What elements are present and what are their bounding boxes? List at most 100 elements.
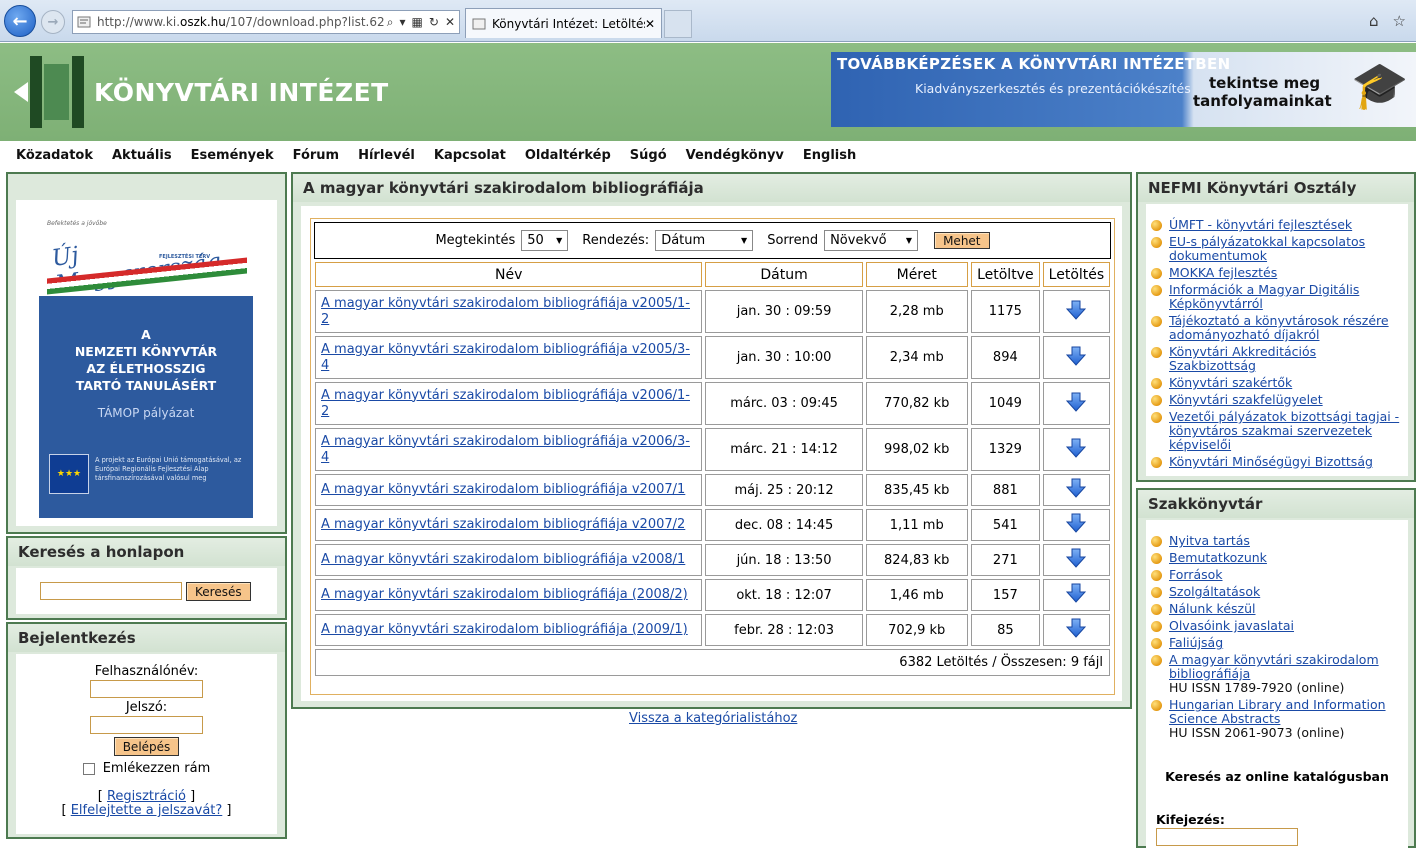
refresh-icon[interactable]: ↻ — [429, 15, 439, 30]
ki-logo[interactable] — [14, 56, 90, 128]
download-arrow-icon[interactable] — [1066, 618, 1087, 638]
go-button[interactable]: Mehet — [934, 232, 990, 249]
table-row: A magyar könyvtári szakirodalom bibliogr… — [315, 336, 1110, 379]
training-banner[interactable]: TOVÁBBKÉPZÉSEK A KÖNYVTÁRI INTÉZETBEN Ki… — [831, 52, 1416, 127]
nefmi-title: NEFMI Könyvtári Osztály — [1138, 174, 1414, 202]
stop-icon[interactable]: ✕ — [445, 15, 455, 30]
bibliography-link[interactable]: A magyar könyvtári szakirodalom bibliogr… — [1169, 652, 1379, 681]
search-icon[interactable]: ⌕ — [387, 15, 394, 30]
file-link[interactable]: A magyar könyvtári szakirodalom bibliogr… — [321, 342, 690, 373]
nefmi-link[interactable]: Könyvtári Akkreditációs Szakbizottság — [1169, 344, 1316, 373]
count-cell: 1049 — [970, 382, 1040, 425]
file-link[interactable]: A magyar könyvtári szakirodalom bibliogr… — [321, 587, 688, 602]
site-search-button[interactable]: Keresés — [186, 582, 251, 601]
szak-link[interactable]: Nálunk készül — [1169, 601, 1256, 616]
filter-bar: Megtekintés 50 ▼ Rendezés: Dátum ▼ Sorrend… — [314, 222, 1111, 259]
new-tab-button[interactable] — [664, 10, 692, 38]
menu-forum[interactable]: Fórum — [293, 148, 340, 163]
table-row: A magyar könyvtári szakirodalom bibliogr… — [315, 509, 1110, 541]
menu-vendegkonyv[interactable]: Vendégkönyv — [686, 148, 784, 163]
download-arrow-icon[interactable] — [1066, 513, 1087, 533]
file-link[interactable]: A magyar könyvtári szakirodalom bibliogr… — [321, 388, 690, 419]
dropdown-icon[interactable]: ▾ — [400, 15, 406, 30]
password-input[interactable] — [90, 716, 203, 734]
bullet-icon — [1151, 268, 1162, 279]
menu-kozadatok[interactable]: Közadatok — [16, 148, 93, 163]
site-search-input[interactable] — [40, 582, 182, 600]
forward-button[interactable]: → — [41, 10, 65, 34]
file-link[interactable]: A magyar könyvtári szakirodalom bibliogr… — [321, 622, 688, 637]
file-name-cell: A magyar könyvtári szakirodalom bibliogr… — [315, 474, 703, 506]
file-link[interactable]: A magyar könyvtári szakirodalom bibliogr… — [321, 434, 690, 465]
szak-link[interactable]: Olvasóink javaslatai — [1169, 618, 1294, 633]
username-input[interactable] — [90, 680, 203, 698]
szak-link[interactable]: Faliújság — [1169, 635, 1223, 650]
close-tab-icon[interactable]: ✕ — [645, 17, 655, 31]
download-arrow-icon[interactable] — [1066, 392, 1087, 412]
remember-me-checkbox[interactable] — [82, 762, 95, 775]
hlisa-link[interactable]: Hungarian Library and Information Scienc… — [1169, 697, 1386, 726]
register-link[interactable]: Regisztráció — [107, 789, 186, 804]
menu-hirlevel[interactable]: Hírlevél — [358, 148, 415, 163]
download-arrow-icon[interactable] — [1066, 478, 1087, 498]
catalog-search-title: Keresés az online katalógusban — [1165, 769, 1389, 784]
szak-link[interactable]: Nyitva tartás — [1169, 533, 1250, 548]
file-link[interactable]: A magyar könyvtári szakirodalom bibliogr… — [321, 296, 690, 327]
date-cell: jan. 30 : 10:00 — [705, 336, 863, 379]
back-button[interactable]: ← — [4, 5, 36, 37]
order-select[interactable]: Növekvő ▼ — [824, 230, 919, 251]
favorites-star-icon[interactable]: ☆ — [1393, 12, 1406, 30]
download-arrow-icon[interactable] — [1066, 583, 1087, 603]
szak-link[interactable]: Források — [1169, 567, 1223, 582]
file-link[interactable]: A magyar könyvtári szakirodalom bibliogr… — [321, 552, 685, 567]
menu-english[interactable]: English — [803, 148, 856, 163]
chevron-down-icon: ▼ — [905, 236, 913, 245]
view-count-select[interactable]: 50 ▼ — [521, 230, 569, 251]
nefmi-link[interactable]: Információk a Magyar Digitális Képkönyvt… — [1169, 282, 1359, 311]
download-arrow-icon[interactable] — [1066, 438, 1087, 458]
forgot-password-link[interactable]: Elfelejtette a jelszavát? — [71, 803, 223, 818]
column-downloaded[interactable]: Letöltve — [970, 262, 1040, 287]
nefmi-link[interactable]: Vezetői pályázatok bizottsági tagjai - k… — [1169, 409, 1399, 452]
expression-label: Kifejezés: — [1156, 812, 1225, 827]
nefmi-link[interactable]: Tájékoztató a könyvtárosok részére adomá… — [1169, 313, 1389, 342]
menu-oldalterkep[interactable]: Oldaltérkép — [525, 148, 611, 163]
nefmi-link[interactable]: Könyvtári szakfelügyelet — [1169, 392, 1323, 407]
nefmi-link[interactable]: Könyvtári Minőségügyi Bizottság — [1169, 454, 1373, 469]
home-icon[interactable]: ⌂ — [1369, 12, 1379, 30]
menu-kapcsolat[interactable]: Kapcsolat — [434, 148, 506, 163]
download-panel: A magyar könyvtári szakirodalom bibliogr… — [291, 172, 1132, 709]
page-title: A magyar könyvtári szakirodalom bibliogr… — [293, 174, 1130, 202]
sort-select[interactable]: Dátum ▼ — [655, 230, 754, 251]
download-arrow-icon[interactable] — [1066, 346, 1087, 366]
nefmi-link[interactable]: ÚMFT - könyvtári fejlesztések — [1169, 217, 1352, 232]
address-bar[interactable]: http://www.ki.oszk.hu/107/download.php?l… — [72, 10, 460, 34]
tamop-poster[interactable]: Befektetés a jövőbe Új Magyarország FEJL… — [39, 214, 253, 518]
menu-sugo[interactable]: Súgó — [630, 148, 667, 163]
download-arrow-icon[interactable] — [1066, 548, 1087, 568]
nefmi-link[interactable]: EU-s pályázatokkal kapcsolatos dokumentu… — [1169, 234, 1365, 263]
column-date[interactable]: Dátum — [705, 262, 863, 287]
count-cell: 271 — [970, 544, 1040, 576]
compatibility-icon[interactable]: ▦ — [412, 15, 423, 30]
file-link[interactable]: A magyar könyvtári szakirodalom bibliogr… — [321, 482, 685, 497]
nefmi-link[interactable]: Könyvtári szakértők — [1169, 375, 1292, 390]
column-name[interactable]: Név — [315, 262, 703, 287]
nefmi-list-item: Könyvtári Akkreditációs Szakbizottság — [1148, 345, 1406, 373]
file-name-cell: A magyar könyvtári szakirodalom bibliogr… — [315, 336, 703, 379]
site-title[interactable]: KÖNYVTÁRI INTÉZET — [94, 78, 389, 107]
browser-tab[interactable]: Könyvtári Intézet: Letöltése... ✕ — [465, 8, 662, 38]
nefmi-link[interactable]: MOKKA fejlesztés — [1169, 265, 1277, 280]
table-row: A magyar könyvtári szakirodalom bibliogr… — [315, 474, 1110, 506]
login-button[interactable]: Belépés — [113, 737, 180, 756]
szak-link[interactable]: Bemutatkozunk — [1169, 550, 1267, 565]
catalog-search-input[interactable] — [1156, 828, 1298, 846]
back-to-categories-link[interactable]: Vissza a kategórialistához — [629, 711, 797, 726]
szak-link[interactable]: Szolgáltatások — [1169, 584, 1260, 599]
login-panel: Bejelentkezés Felhasználónév: Jelszó: Be… — [6, 622, 287, 839]
menu-aktualis[interactable]: Aktuális — [112, 148, 172, 163]
column-size[interactable]: Méret — [865, 262, 968, 287]
file-link[interactable]: A magyar könyvtári szakirodalom bibliogr… — [321, 517, 685, 532]
menu-esemenyek[interactable]: Események — [191, 148, 274, 163]
download-arrow-icon[interactable] — [1066, 300, 1087, 320]
